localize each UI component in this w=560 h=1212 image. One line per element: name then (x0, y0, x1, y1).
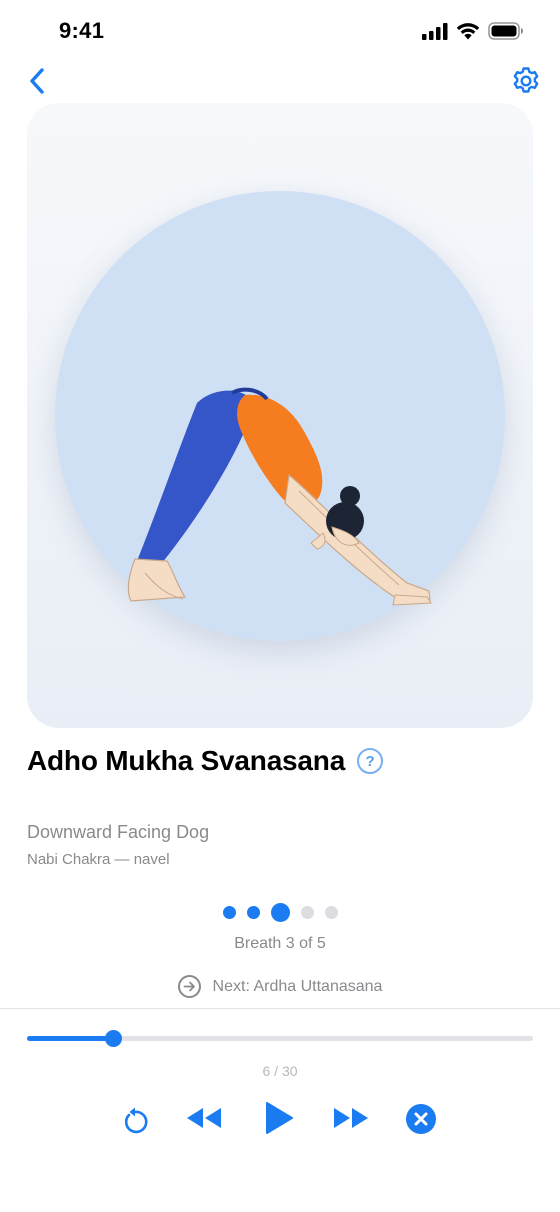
gear-icon (513, 67, 539, 93)
pose-english-name: Downward Facing Dog (27, 822, 210, 842)
settings-button[interactable] (508, 63, 544, 99)
help-icon[interactable]: ? (357, 748, 384, 774)
status-icons (422, 22, 524, 40)
pose-illustration-card (27, 103, 533, 728)
pose-chakra: Nabi Chakra — navel (27, 851, 170, 868)
progress-knob[interactable] (105, 1030, 123, 1047)
cellular-signal-icon (422, 22, 448, 40)
pose-title: Adho Mukha Svanasana (27, 745, 346, 776)
rewind-button[interactable] (182, 1102, 226, 1134)
breath-dot (270, 903, 290, 922)
restart-button[interactable] (116, 1102, 154, 1140)
play-button[interactable] (259, 1098, 297, 1138)
fast-forward-icon (334, 1108, 368, 1128)
status-time: 9:41 (59, 18, 105, 43)
next-pose-label: Next: Ardha Uttanasana (212, 977, 383, 995)
playback-controls (0, 1096, 560, 1142)
back-button[interactable] (20, 64, 54, 98)
breath-dot (246, 906, 260, 919)
pose-title-row: Adho Mukha Svanasana ? (27, 745, 384, 777)
session-progress-slider[interactable] (27, 1030, 533, 1047)
close-session-button[interactable] (404, 1102, 438, 1136)
breath-label: Breath 3 of 5 (234, 935, 326, 952)
rewind-icon (187, 1108, 221, 1128)
breath-progress-dots (0, 903, 560, 922)
progress-count: 6 / 30 (262, 1063, 298, 1079)
fast-forward-button[interactable] (329, 1102, 373, 1134)
divider (0, 1008, 560, 1009)
breath-dot (222, 906, 236, 919)
status-bar: 9:41 (0, 0, 560, 64)
progress-fill (27, 1036, 114, 1041)
wifi-icon (456, 23, 480, 40)
close-circle-icon (406, 1104, 436, 1134)
chevron-left-icon (30, 68, 44, 94)
play-icon (266, 1102, 293, 1134)
arrow-right-circle-icon (177, 975, 201, 998)
next-pose-button[interactable]: Next: Ardha Uttanasana (0, 975, 560, 998)
restart-icon (124, 1107, 148, 1134)
battery-icon (488, 22, 523, 40)
breath-dot (300, 906, 314, 919)
downward-dog-figure (127, 387, 432, 606)
breath-dot (324, 906, 338, 919)
